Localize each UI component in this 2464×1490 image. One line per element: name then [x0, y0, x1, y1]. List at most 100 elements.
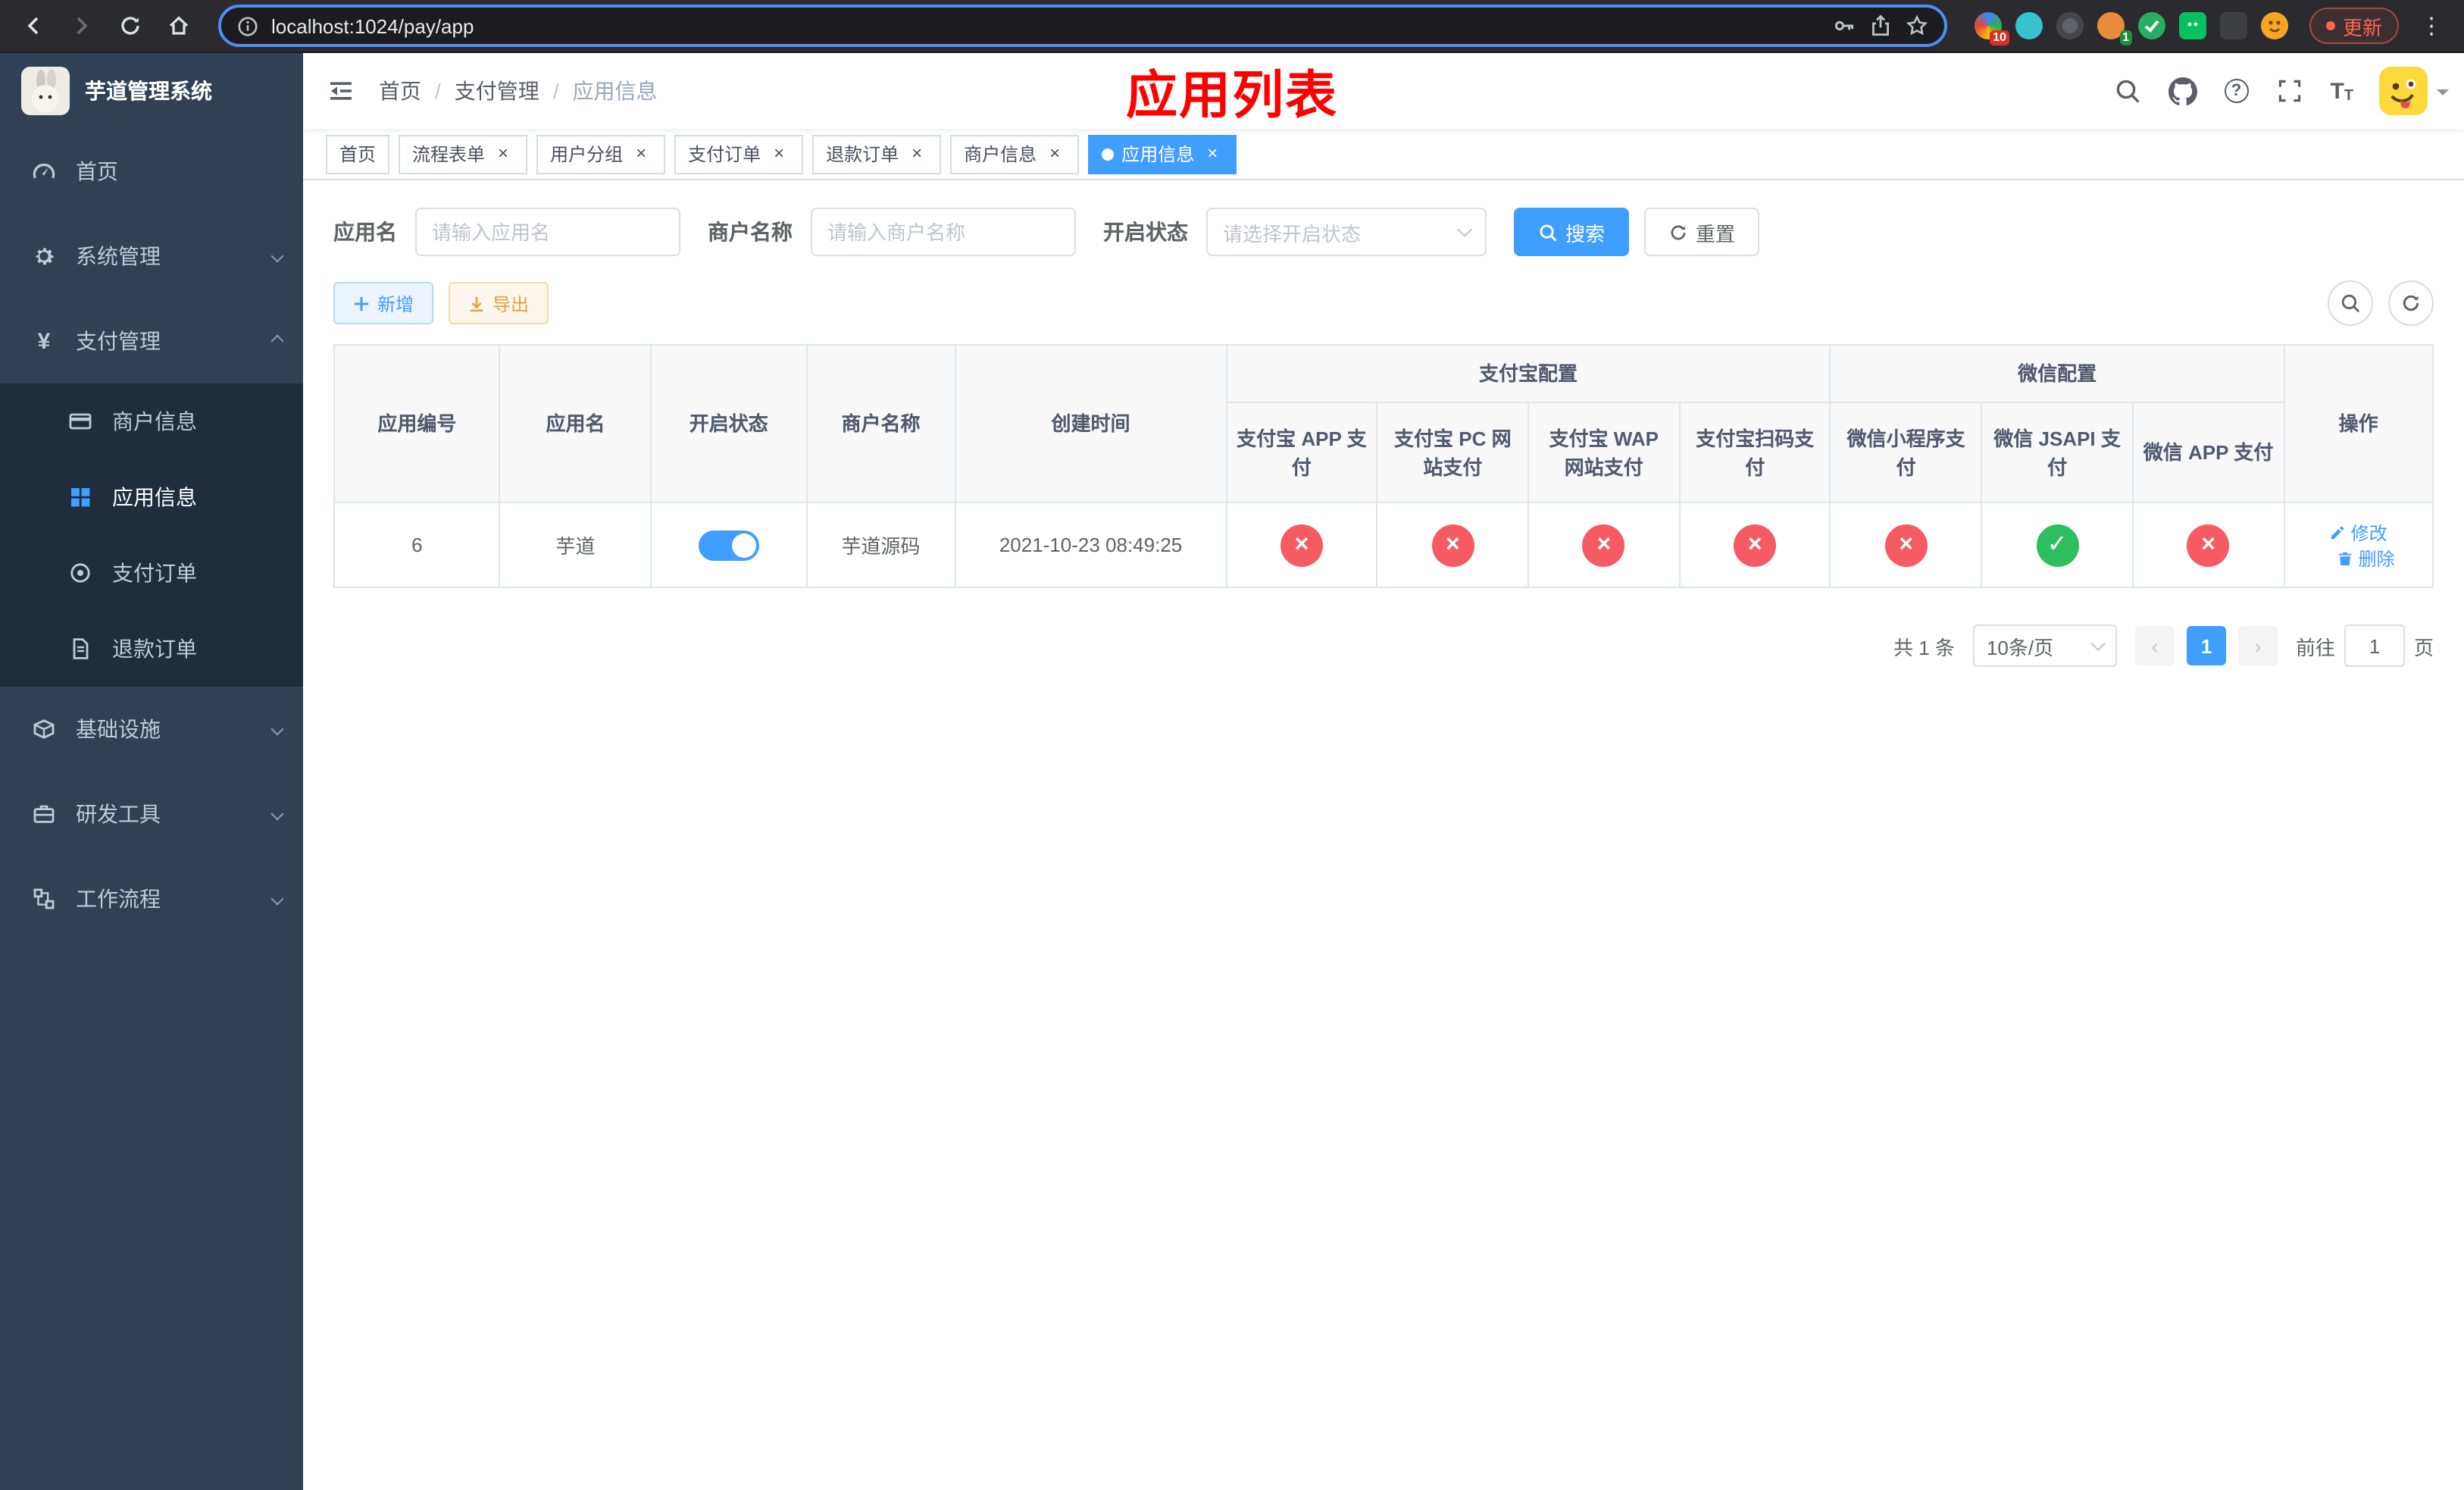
extensions-area: 10 1 — [1965, 12, 2297, 45]
box-icon — [30, 717, 58, 741]
sidebar-item-app-info[interactable]: 应用信息 — [0, 459, 303, 535]
bookmark-star-icon[interactable] — [1905, 14, 1929, 38]
page-title-annotation: 应用列表 — [1126, 67, 1338, 125]
briefcase-icon — [30, 802, 58, 826]
close-icon[interactable]: × — [1044, 142, 1065, 164]
export-button[interactable]: 导出 — [449, 282, 549, 324]
extension-icon-5[interactable] — [2137, 12, 2165, 39]
sidebar-item-merchant-info[interactable]: 商户信息 — [0, 383, 303, 459]
sidebar-item-payment-order[interactable]: 支付订单 — [0, 535, 303, 611]
navbar: 首页 / 支付管理 / 应用信息 应用列表 ? T T — [303, 53, 2464, 129]
tab-refund-order[interactable]: 退款订单 × — [812, 134, 942, 174]
goto-input[interactable] — [2344, 624, 2405, 667]
extension-icon-3[interactable] — [2056, 12, 2084, 39]
add-button[interactable]: 新增 — [333, 282, 434, 324]
header-merchant: 商户名称 — [805, 344, 956, 503]
table-row: 6 芋道 芋道源码 2021-10-23 08:49:25 × × × × × — [333, 502, 2434, 588]
close-icon[interactable]: × — [1202, 142, 1223, 164]
bank-card-icon — [67, 409, 94, 434]
alipay-wap-status-icon: × — [1582, 524, 1625, 566]
chevron-down-icon — [270, 249, 284, 263]
share-icon[interactable] — [1868, 14, 1893, 38]
page-size-select[interactable]: 10条/页 — [1972, 624, 2117, 667]
back-icon[interactable] — [12, 5, 55, 47]
extension-badge: 10 — [1990, 30, 2009, 45]
header-app-name: 应用名 — [499, 344, 652, 503]
sidebar-item-workflow[interactable]: 工作流程 — [0, 856, 303, 941]
header-created: 创建时间 — [954, 344, 1227, 503]
tab-payment-order[interactable]: 支付订单 × — [674, 134, 804, 174]
reset-button[interactable]: 重置 — [1644, 208, 1760, 256]
header-wechat-app: 微信 APP 支付 — [2131, 402, 2285, 503]
sidebar-item-refund-order[interactable]: 退款订单 — [0, 611, 303, 687]
refresh-button[interactable] — [2388, 280, 2434, 326]
alipay-pc-status-icon: × — [1431, 524, 1474, 566]
hamburger-icon[interactable] — [303, 53, 379, 129]
tab-home[interactable]: 首页 — [326, 134, 390, 174]
help-icon[interactable]: ? — [2210, 79, 2262, 103]
wechat-app-status-icon: × — [2187, 524, 2230, 566]
close-icon[interactable]: × — [492, 142, 514, 164]
prev-page-button[interactable]: ‹ — [2134, 626, 2175, 665]
status-select[interactable]: 请选择开启状态 — [1206, 208, 1487, 256]
breadcrumb-current: 应用信息 — [572, 79, 658, 103]
chevron-down-icon — [270, 722, 284, 736]
header-group-alipay: 支付宝配置 — [1225, 344, 1831, 403]
alipay-app-status-icon: × — [1280, 524, 1323, 566]
update-button[interactable]: 更新 — [2309, 8, 2399, 44]
filter-form: 应用名 商户名称 开启状态 请选择开启状态 搜索 重置 — [333, 208, 2434, 256]
header-alipay-app: 支付宝 APP 支付 — [1225, 402, 1378, 503]
github-icon[interactable] — [2154, 77, 2210, 105]
address-bar[interactable]: localhost:1024/pay/app — [218, 5, 1947, 47]
sidebar-item-dev-tools[interactable]: 研发工具 — [0, 772, 303, 856]
key-icon[interactable] — [1832, 14, 1856, 38]
merchant-name-input[interactable] — [811, 208, 1076, 256]
extension-icon-7[interactable] — [2219, 12, 2247, 39]
page-1-button[interactable]: 1 — [2186, 626, 2226, 665]
cell-actions: 修改 删除 — [2283, 502, 2434, 588]
cell-created: 2021-10-23 08:49:25 — [954, 502, 1227, 588]
sidebar-item-payment-mgmt[interactable]: ¥ 支付管理 — [0, 299, 303, 383]
alipay-qr-status-icon: × — [1734, 524, 1777, 566]
extension-icon-2[interactable] — [2015, 12, 2043, 39]
status-toggle[interactable] — [698, 530, 759, 560]
browser-menu-icon[interactable]: ⋮ — [2411, 12, 2452, 39]
sidebar-item-home[interactable]: 首页 — [0, 129, 303, 214]
caret-down-icon[interactable] — [2437, 89, 2449, 102]
breadcrumb: 首页 / 支付管理 / 应用信息 — [379, 76, 658, 106]
fullscreen-icon[interactable] — [2262, 77, 2316, 105]
reload-icon[interactable] — [109, 5, 152, 47]
record-icon — [67, 561, 94, 585]
avatar[interactable] — [2379, 67, 2428, 115]
search-button[interactable]: 搜索 — [1514, 208, 1630, 256]
edit-link[interactable]: 修改 — [2330, 519, 2387, 545]
close-icon[interactable]: × — [906, 142, 927, 164]
breadcrumb-home[interactable]: 首页 — [379, 76, 421, 106]
tab-user-group[interactable]: 用户分组 × — [536, 134, 666, 174]
close-icon[interactable]: × — [768, 142, 790, 164]
close-icon[interactable]: × — [630, 142, 652, 164]
breadcrumb-payment-mgmt[interactable]: 支付管理 — [455, 76, 539, 106]
header-wechat-lite: 微信小程序支付 — [1829, 402, 1983, 503]
home-icon[interactable] — [158, 5, 200, 47]
sidebar-item-infrastructure[interactable]: 基础设施 — [0, 687, 303, 772]
tab-app-info[interactable]: 应用信息 × — [1088, 134, 1237, 174]
tab-process-form[interactable]: 流程表单 × — [399, 134, 528, 174]
extension-icon-6[interactable] — [2178, 12, 2206, 39]
sidebar-item-system-mgmt[interactable]: 系统管理 — [0, 214, 303, 299]
extension-icon-8[interactable] — [2260, 12, 2288, 39]
app-name-input[interactable] — [415, 208, 680, 256]
extension-icon-1[interactable]: 10 — [1974, 12, 2009, 45]
cell-merchant: 芋道源码 — [805, 502, 956, 588]
next-page-button[interactable]: › — [2237, 626, 2278, 665]
font-size-icon[interactable]: TT — [2316, 78, 2367, 104]
search-icon[interactable] — [2100, 77, 2154, 105]
tab-merchant-info[interactable]: 商户信息 × — [950, 134, 1080, 174]
forward-icon[interactable] — [61, 5, 103, 47]
logo-avatar — [21, 67, 70, 115]
url-text[interactable]: localhost:1024/pay/app — [271, 14, 474, 37]
toggle-search-button[interactable] — [2328, 280, 2373, 326]
site-info-icon[interactable] — [236, 14, 259, 37]
extension-icon-4[interactable]: 1 — [2097, 12, 2132, 45]
delete-link[interactable]: 删除 — [2337, 545, 2395, 571]
